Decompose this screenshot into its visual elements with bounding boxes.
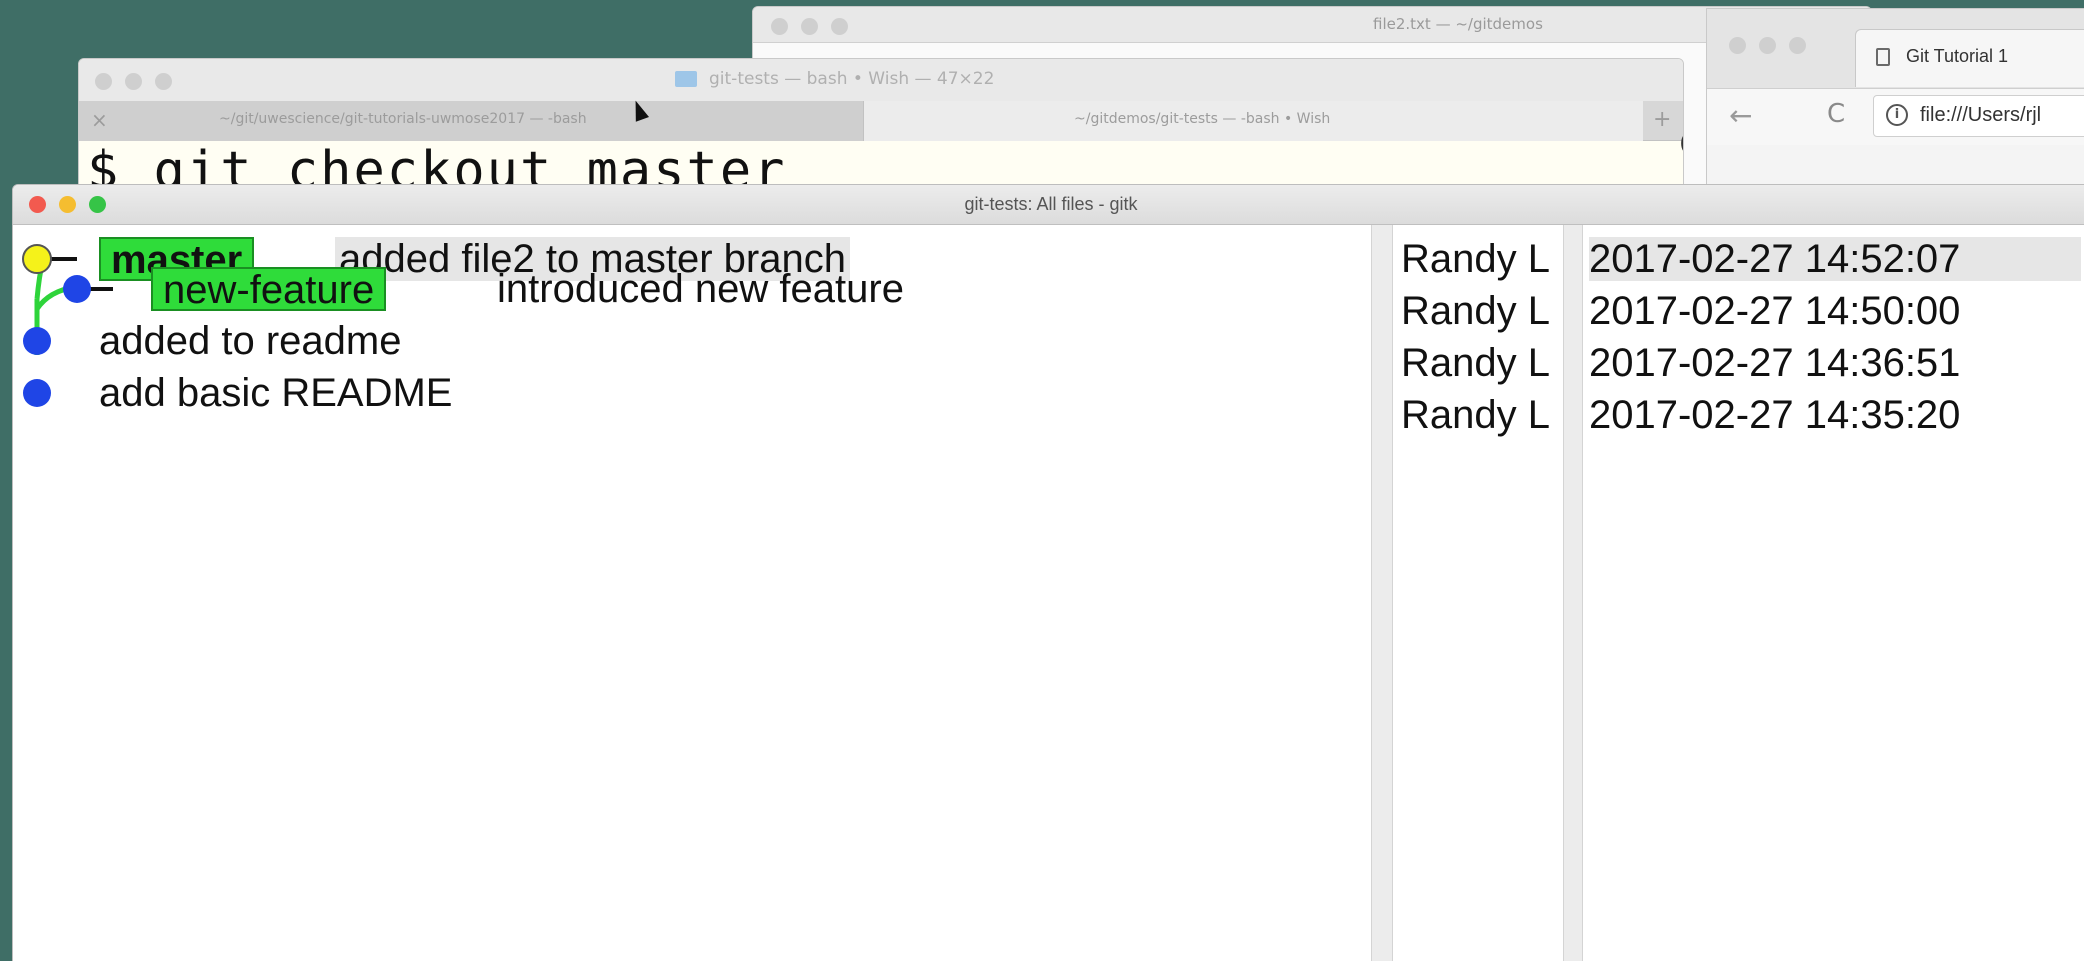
gitk-window[interactable]: git-tests: All files - gitk master added…: [12, 184, 2084, 961]
tab-label: ~/gitdemos/git-tests — -bash • Wish: [1074, 111, 1331, 127]
browser-tab[interactable]: Git Tutorial 1: [1855, 29, 2084, 87]
desktop: file2.txt — ~/gitdemos Git Tutorial 1 ← …: [0, 0, 2084, 961]
commit-node[interactable]: [23, 327, 51, 355]
author-cell[interactable]: Randy L: [1401, 289, 1577, 333]
minimize-button[interactable]: [125, 73, 143, 90]
window-title: git-tests — bash • Wish — 47×22: [709, 69, 995, 89]
author-pane[interactable]: Randy L Randy L Randy L Randy L: [1393, 225, 1577, 961]
window-controls: [95, 73, 180, 92]
tab-title: Git Tutorial 1: [1906, 46, 2009, 66]
commit-graph: [22, 244, 113, 407]
date-cell[interactable]: 2017-02-27 14:50:00: [1589, 289, 2081, 333]
window-title: git-tests: All files - gitk: [964, 194, 1138, 214]
pane-divider[interactable]: [1563, 225, 1583, 961]
commit-message[interactable]: add basic README: [99, 371, 452, 415]
window-title: file2.txt — ~/gitdemos: [1373, 15, 1543, 33]
back-arrow-icon[interactable]: ←: [1729, 99, 1752, 132]
commit-list-pane[interactable]: master added file2 to master branch new-…: [13, 225, 1371, 961]
commit-message[interactable]: introduced new feature: [497, 267, 904, 311]
close-button[interactable]: [95, 73, 112, 90]
reload-icon[interactable]: C: [1827, 99, 1845, 129]
window-controls: [771, 18, 856, 37]
date-cell[interactable]: 2017-02-27 14:35:20: [1589, 393, 2081, 437]
date-pane[interactable]: 2017-02-27 14:52:07 2017-02-27 14:50:00 …: [1583, 225, 2083, 961]
page-icon: [1876, 48, 1890, 66]
branch-label-new-feature[interactable]: new-feature: [151, 267, 387, 311]
terminal-text-fragment: d: [1679, 121, 1683, 162]
commit-node[interactable]: [23, 379, 51, 407]
author-cell[interactable]: Randy L: [1401, 393, 1577, 437]
commit-message[interactable]: added to readme: [99, 319, 401, 363]
zoom-button[interactable]: [831, 18, 849, 35]
terminal-tab-2[interactable]: ~/gitdemos/git-tests — -bash • Wish: [863, 101, 1643, 141]
url-text: file:///Users/rjl: [1920, 104, 2042, 126]
new-tab-button[interactable]: +: [1653, 107, 1671, 132]
commit-node-head[interactable]: [22, 244, 52, 274]
date-cell[interactable]: 2017-02-27 14:36:51: [1589, 341, 2081, 385]
terminal-tab-1[interactable]: × ~/git/uwescience/git-tutorials-uwmose2…: [79, 101, 863, 141]
textedit-titlebar[interactable]: file2.txt — ~/gitdemos: [753, 7, 1871, 43]
terminal-titlebar[interactable]: git-tests — bash • Wish — 47×22: [79, 59, 1683, 101]
terminal-tabbar: × ~/git/uwescience/git-tutorials-uwmose2…: [79, 101, 1683, 141]
author-cell[interactable]: Randy L: [1401, 237, 1577, 281]
zoom-button[interactable]: [1789, 37, 1807, 54]
minimize-button[interactable]: [1759, 37, 1777, 54]
folder-icon: [675, 71, 697, 87]
address-bar[interactable]: i file:///Users/rjl: [1873, 95, 2084, 137]
browser-toolbar: ← C i file:///Users/rjl: [1707, 89, 2084, 145]
commit-node[interactable]: [63, 275, 91, 303]
zoom-button[interactable]: [155, 73, 173, 90]
info-icon[interactable]: i: [1886, 104, 1908, 126]
author-cell[interactable]: Randy L: [1401, 341, 1577, 385]
close-button[interactable]: [771, 18, 788, 35]
tab-label: ~/git/uwescience/git-tutorials-uwmose201…: [219, 111, 587, 127]
date-cell[interactable]: 2017-02-27 14:52:07: [1589, 237, 2081, 281]
pane-divider[interactable]: [1371, 225, 1393, 961]
close-tab-icon[interactable]: ×: [91, 108, 108, 132]
minimize-button[interactable]: [801, 18, 819, 35]
gitk-titlebar[interactable]: git-tests: All files - gitk: [13, 185, 2084, 225]
close-button[interactable]: [1729, 37, 1746, 54]
browser-tabbar: Git Tutorial 1: [1707, 9, 2084, 89]
window-controls: [1729, 37, 1814, 56]
